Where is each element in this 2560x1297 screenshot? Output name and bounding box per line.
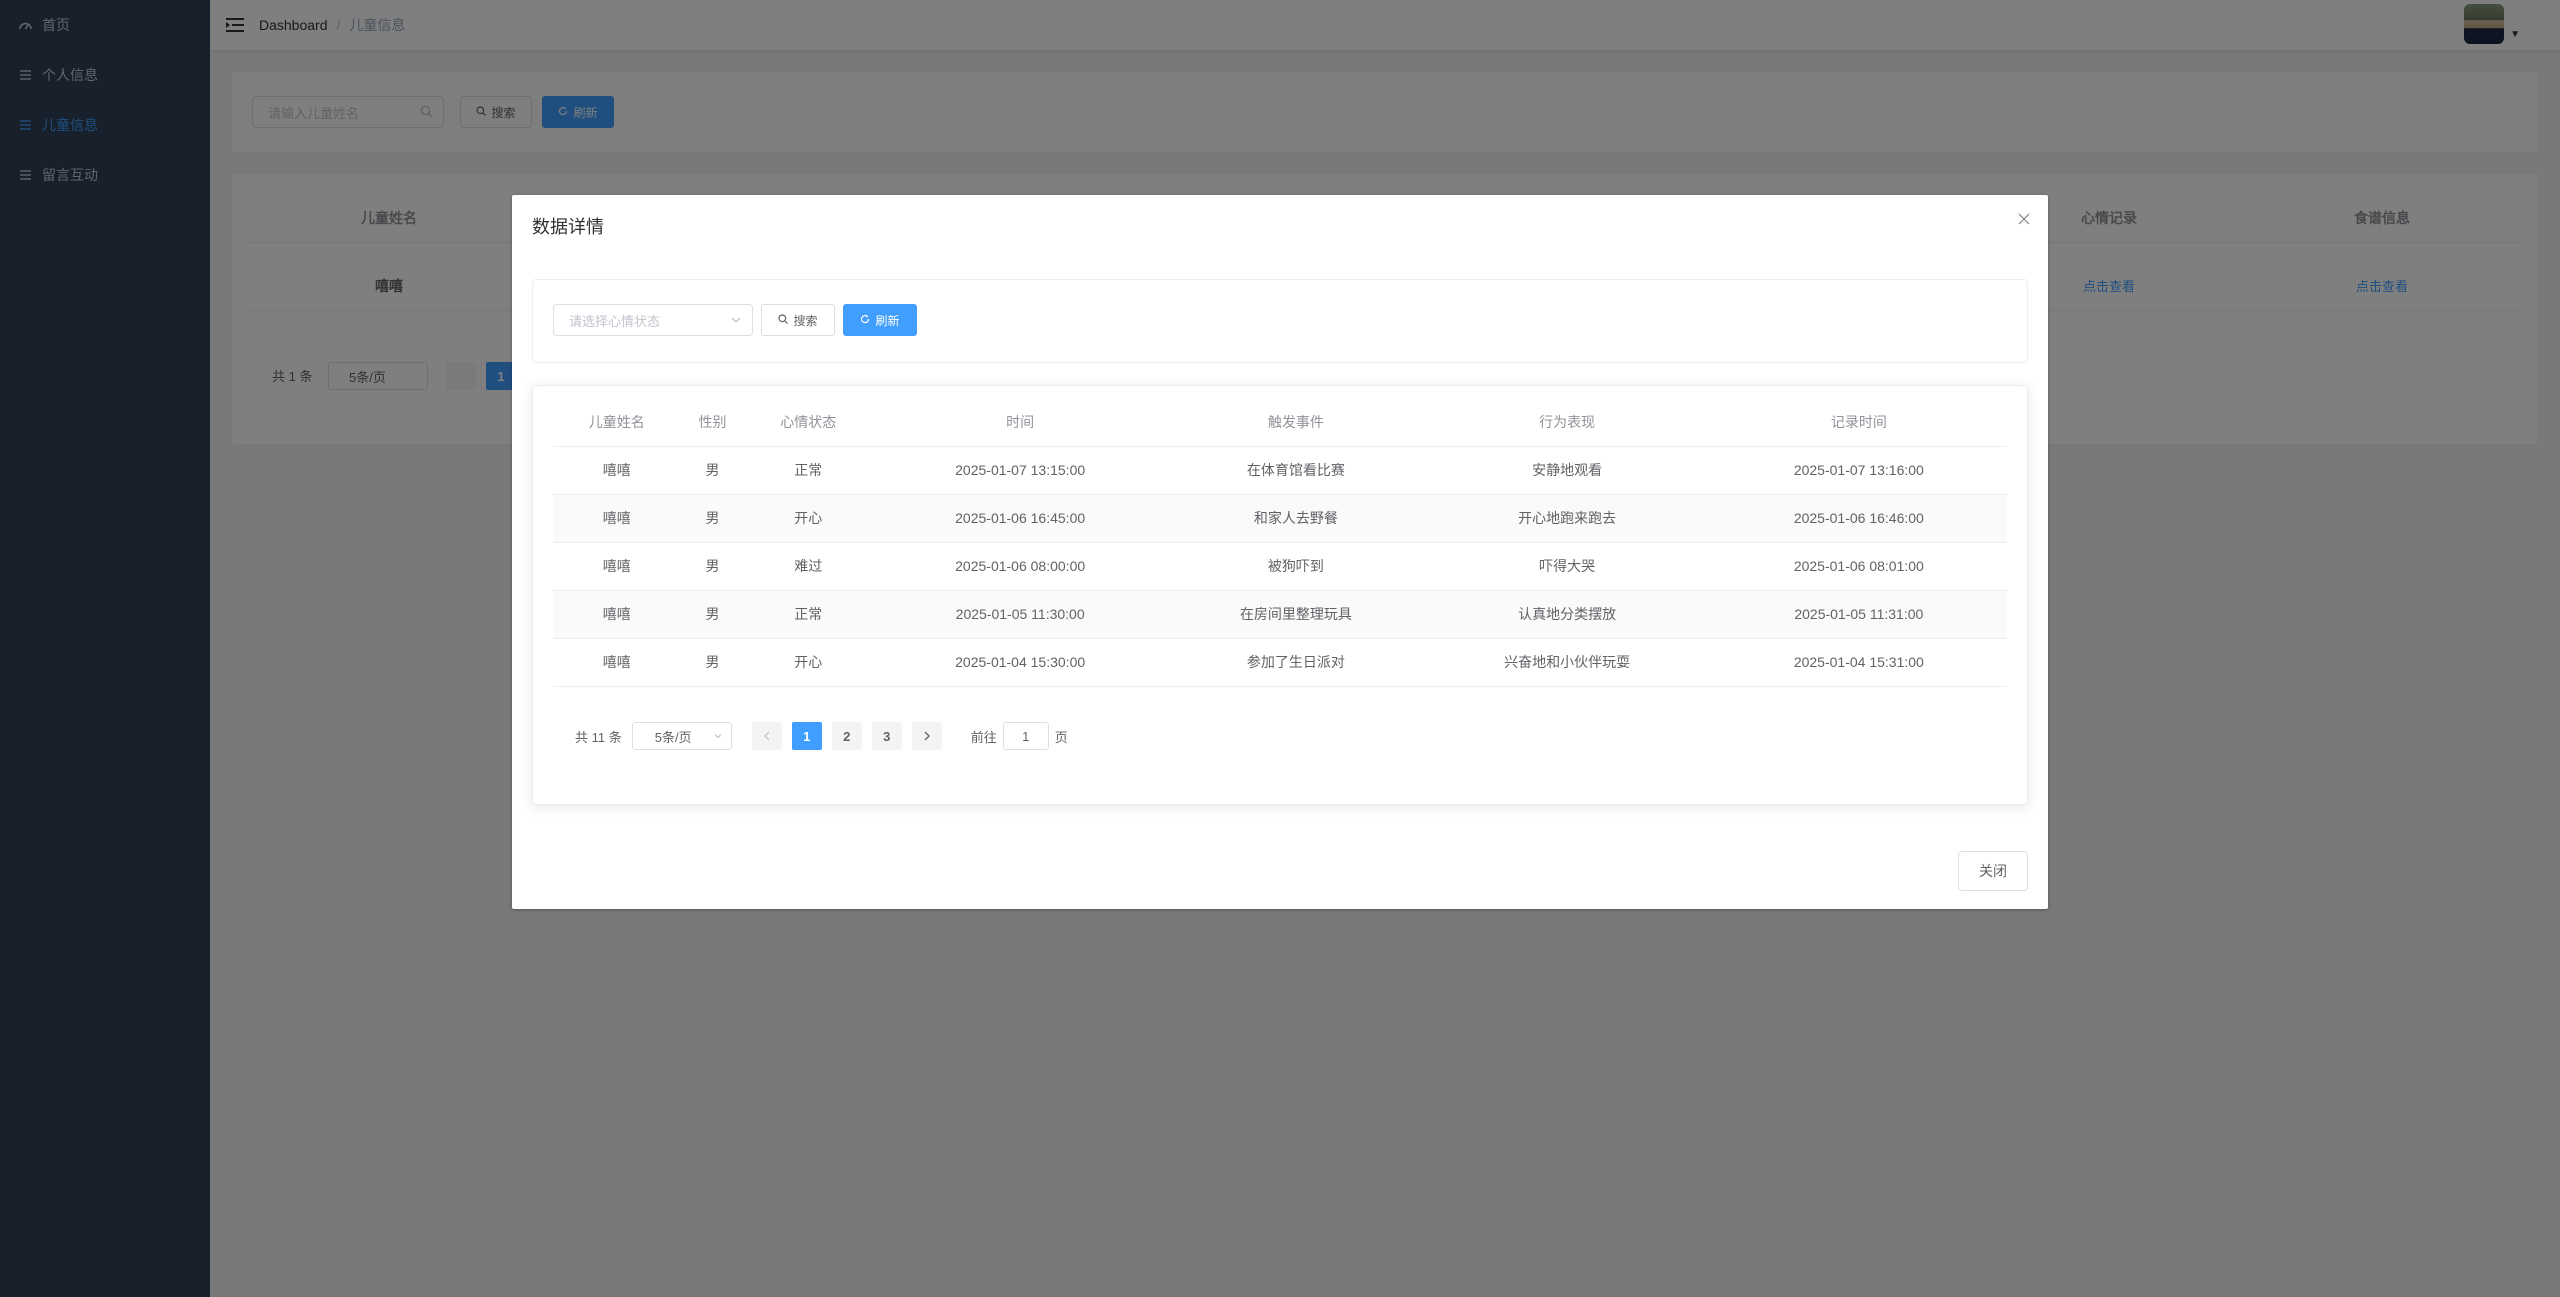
data-detail-dialog: 数据详情 请选择心情状态 搜索 刷新 儿童姓名 性别 心情状态 时间 触发事件 …: [512, 195, 2048, 909]
mood-state-select[interactable]: 请选择心情状态: [553, 304, 753, 336]
table-row: 嘻嘻 男 正常 2025-01-05 11:30:00 在房间里整理玩具 认真地…: [553, 590, 2007, 639]
column-header: 儿童姓名: [553, 398, 681, 447]
table-cell: 男: [680, 638, 745, 687]
table-cell: 在体育馆看比赛: [1168, 446, 1424, 495]
mood-records-table: 儿童姓名 性别 心情状态 时间 触发事件 行为表现 记录时间 嘻嘻 男 正常 2…: [553, 398, 2007, 687]
search-icon: [778, 313, 789, 327]
table-cell: 男: [680, 590, 745, 639]
close-button[interactable]: 关闭: [1958, 851, 2028, 891]
pager-total: 共 11 条: [575, 729, 622, 745]
table-cell: 嘻嘻: [553, 638, 681, 687]
table-cell: 男: [680, 446, 745, 495]
table-cell: 参加了生日派对: [1168, 638, 1424, 687]
dialog-search-button[interactable]: 搜索: [761, 304, 835, 336]
table-cell: 开心: [744, 638, 873, 687]
page-jump-input[interactable]: 1: [1002, 722, 1049, 750]
dialog-refresh-button[interactable]: 刷新: [843, 304, 917, 336]
page-number-2[interactable]: 2: [831, 722, 862, 750]
next-page-button[interactable]: [911, 722, 942, 750]
refresh-icon: [860, 314, 870, 327]
chevron-down-icon: [713, 729, 723, 744]
table-cell: 难过: [744, 542, 873, 591]
jumper-prefix: 前往: [970, 729, 997, 745]
column-header: 记录时间: [1710, 398, 2007, 447]
table-cell: 正常: [744, 446, 873, 495]
column-header: 性别: [680, 398, 745, 447]
jumper-suffix: 页: [1054, 729, 1068, 745]
table-cell: 开心地跑来跑去: [1423, 494, 1711, 543]
table-cell: 嘻嘻: [553, 494, 681, 543]
table-cell: 认真地分类摆放: [1423, 590, 1711, 639]
table-cell: 2025-01-05 11:30:00: [872, 590, 1169, 639]
table-cell: 2025-01-07 13:15:00: [872, 446, 1169, 495]
table-cell: 男: [680, 542, 745, 591]
table-cell: 正常: [744, 590, 873, 639]
table-cell: 2025-01-06 08:01:00: [1710, 542, 2007, 591]
table-row: 嘻嘻 男 正常 2025-01-07 13:15:00 在体育馆看比赛 安静地观…: [553, 446, 2007, 495]
table-cell: 2025-01-06 08:00:00: [872, 542, 1169, 591]
close-icon[interactable]: [2016, 211, 2032, 227]
table-cell: 嘻嘻: [553, 590, 681, 639]
page-number-1[interactable]: 1: [791, 722, 822, 750]
table-header-row: 儿童姓名 性别 心情状态 时间 触发事件 行为表现 记录时间: [553, 398, 2007, 447]
table-row: 嘻嘻 男 开心 2025-01-04 15:30:00 参加了生日派对 兴奋地和…: [553, 638, 2007, 687]
page-number-3[interactable]: 3: [871, 722, 902, 750]
table-cell: 安静地观看: [1423, 446, 1711, 495]
table-cell: 开心: [744, 494, 873, 543]
dialog-table-card: 儿童姓名 性别 心情状态 时间 触发事件 行为表现 记录时间 嘻嘻 男 正常 2…: [532, 385, 2028, 805]
table-cell: 在房间里整理玩具: [1168, 590, 1424, 639]
table-cell: 2025-01-07 13:16:00: [1710, 446, 2007, 495]
column-header: 心情状态: [744, 398, 873, 447]
table-cell: 嘻嘻: [553, 446, 681, 495]
dialog-search-card: 请选择心情状态 搜索 刷新: [532, 279, 2028, 363]
prev-page-button[interactable]: [751, 722, 782, 750]
table-cell: 2025-01-05 11:31:00: [1710, 590, 2007, 639]
table-row: 嘻嘻 男 难过 2025-01-06 08:00:00 被狗吓到 吓得大哭 20…: [553, 542, 2007, 591]
chevron-down-icon: [730, 314, 742, 329]
page-jumper: 前往 1 页: [971, 722, 1068, 750]
table-cell: 兴奋地和小伙伴玩耍: [1423, 638, 1711, 687]
dialog-title: 数据详情: [532, 217, 604, 237]
pagination: 共 11 条 5条/页 1 2 3 前往 1 页: [575, 722, 1068, 750]
column-header: 触发事件: [1168, 398, 1424, 447]
table-cell: 2025-01-04 15:30:00: [872, 638, 1169, 687]
table-cell: 2025-01-04 15:31:00: [1710, 638, 2007, 687]
table-cell: 男: [680, 494, 745, 543]
table-cell: 2025-01-06 16:46:00: [1710, 494, 2007, 543]
table-cell: 嘻嘻: [553, 542, 681, 591]
table-cell: 2025-01-06 16:45:00: [872, 494, 1169, 543]
table-cell: 吓得大哭: [1423, 542, 1711, 591]
table-cell: 被狗吓到: [1168, 542, 1424, 591]
column-header: 行为表现: [1423, 398, 1711, 447]
table-row: 嘻嘻 男 开心 2025-01-06 16:45:00 和家人去野餐 开心地跑来…: [553, 494, 2007, 543]
table-cell: 和家人去野餐: [1168, 494, 1424, 543]
page-size-select[interactable]: 5条/页: [631, 722, 732, 750]
column-header: 时间: [872, 398, 1169, 447]
